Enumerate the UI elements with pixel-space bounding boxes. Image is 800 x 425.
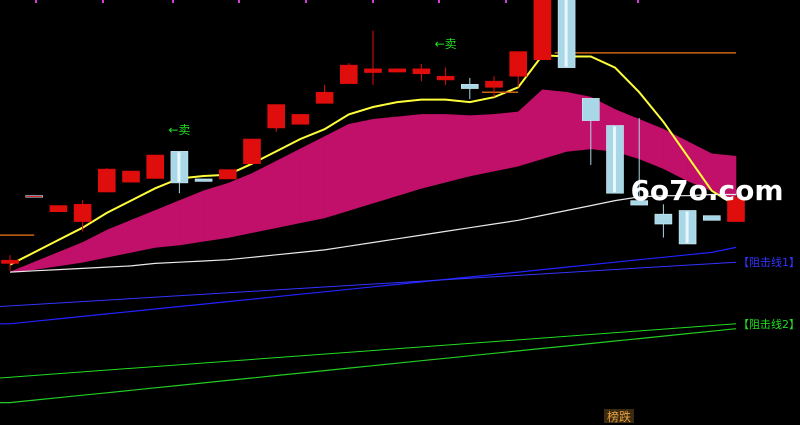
top-tick-7: [505, 0, 507, 3]
top-tick-2: [172, 0, 174, 3]
band-segment-10: [251, 160, 277, 234]
candle-body-19: [460, 84, 479, 89]
band-segment-17: [421, 114, 446, 189]
candle-body-9: [219, 169, 237, 180]
top-tick-4: [305, 0, 307, 3]
band-segment-19: [469, 114, 495, 177]
band-segment-9: [227, 173, 253, 238]
candlestick-chart: 【阻击线1】【阻击线2】 ←卖←卖←卖29.40 6o7o.com 榜跌: [0, 0, 800, 425]
candle-body-10: [243, 138, 261, 164]
candle-highlight-23: [564, 0, 568, 67]
top-tick-1: [102, 0, 104, 3]
candle-body-5: [122, 170, 140, 183]
candle-body-8: [194, 178, 213, 182]
band-segment-18: [445, 114, 471, 183]
candle-body-17: [412, 68, 431, 75]
top-tick-3: [238, 0, 240, 3]
candle-body-3: [73, 204, 92, 222]
band-segment-7: [179, 190, 204, 246]
candle-body-1: [25, 195, 44, 198]
candle-body-13: [315, 91, 334, 104]
sell-annotation-0: ←卖: [168, 123, 190, 137]
sell-annotation-1: ←卖: [435, 37, 457, 51]
candle-highlight-28: [685, 211, 689, 243]
band-segment-12: [300, 136, 325, 224]
candle-body-12: [291, 114, 310, 125]
candle-body-27: [654, 213, 673, 225]
candle-body-15: [364, 68, 382, 73]
band-segment-13: [324, 123, 350, 219]
top-tick-9: [637, 0, 639, 3]
candle-body-21: [509, 51, 528, 77]
candle-body-6: [146, 154, 164, 179]
candle-body-18: [436, 75, 455, 81]
top-tick-6: [438, 0, 440, 3]
candle-body-4: [98, 168, 116, 193]
candle-body-29: [702, 215, 721, 221]
band-segment-11: [275, 148, 301, 229]
resistance-label-1: 【阻击线1】: [738, 255, 800, 269]
candle-body-14: [339, 64, 358, 84]
band-segment-20: [493, 111, 519, 172]
band-segment-15: [372, 116, 398, 204]
candle-highlight-25: [613, 126, 616, 193]
watermark: 6o7o.com: [630, 174, 783, 207]
candle-body-11: [267, 104, 286, 129]
candle-body-0: [1, 259, 19, 264]
candle-body-24: [581, 98, 600, 121]
band-segment-16: [396, 114, 422, 197]
candle-body-2: [49, 205, 68, 213]
bottom-label: 榜跌: [607, 409, 631, 424]
band-segment-14: [348, 118, 374, 211]
top-tick-5: [372, 0, 374, 3]
top-tick-0: [35, 0, 37, 3]
candle-body-20: [485, 80, 503, 88]
candle-highlight-7: [177, 152, 181, 182]
candle-body-16: [388, 68, 407, 73]
candle-body-22: [533, 0, 552, 61]
band-segment-8: [203, 182, 229, 242]
band-segment-22: [542, 89, 567, 160]
resistance-label-2: 【阻击线2】: [738, 317, 800, 331]
